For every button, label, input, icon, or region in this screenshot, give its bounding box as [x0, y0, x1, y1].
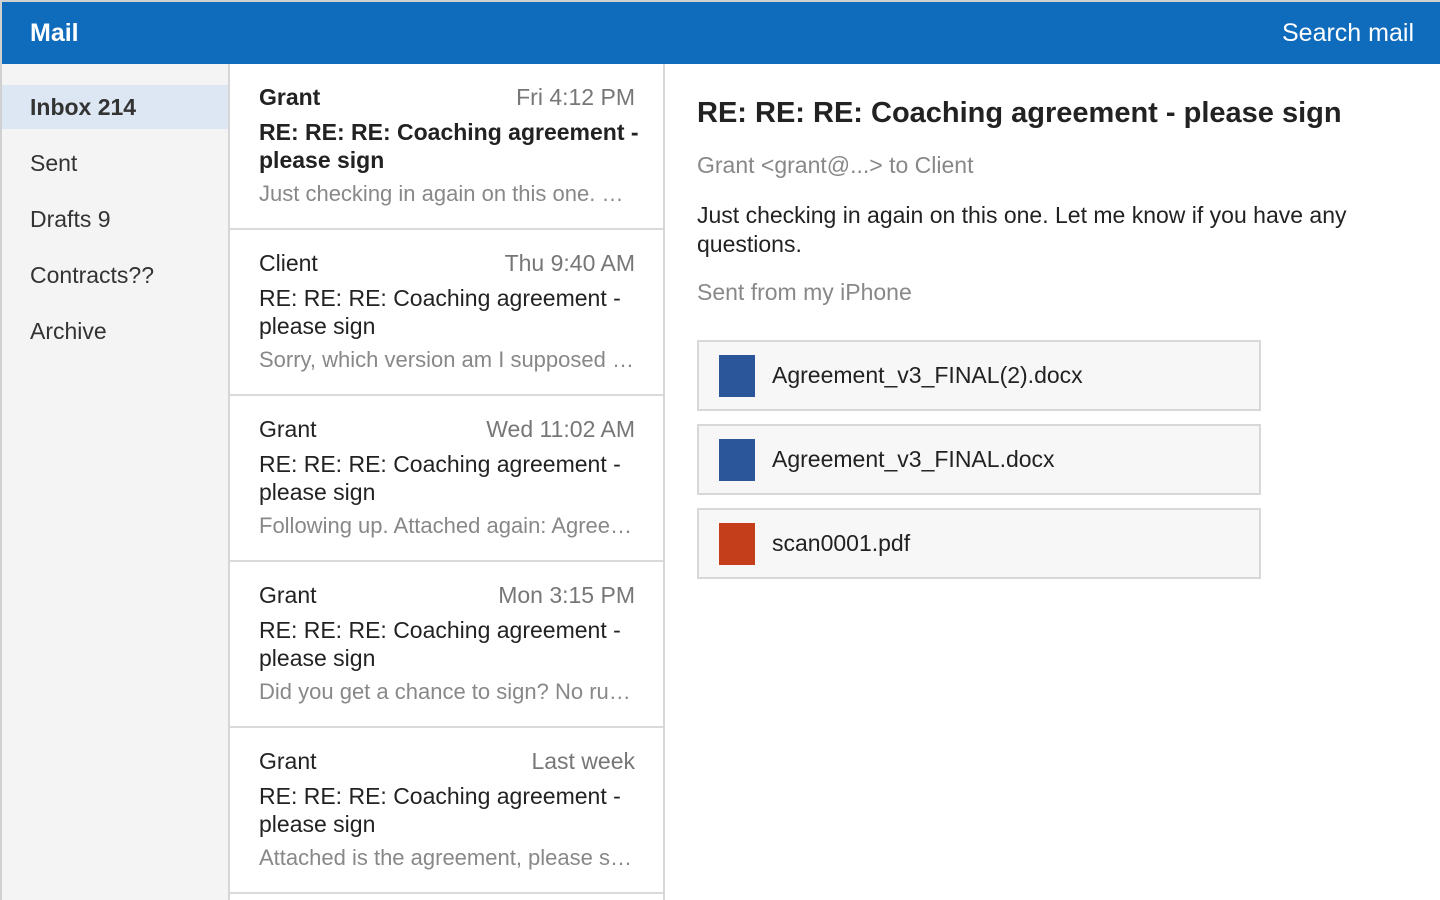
sidebar-item-contracts[interactable]: Contracts?? [2, 253, 228, 297]
word-doc-icon [719, 355, 755, 397]
email-body: Just checking in again on this one. Let … [697, 202, 1347, 257]
message-preview: Attached is the agreement, please sign a… [259, 845, 635, 870]
message-list: Grant Fri 4:12 PM RE: RE: RE: Coaching a… [230, 64, 665, 900]
message-list-item[interactable]: Grant Mon 3:15 PM RE: RE: RE: Coaching a… [230, 562, 663, 728]
message-list-item[interactable]: Grant Fri 4:12 PM RE: RE: RE: Coaching a… [230, 64, 663, 230]
attachment-item[interactable]: Agreement_v3_FINAL.docx [697, 424, 1261, 495]
word-doc-icon [719, 439, 755, 481]
message-subject: RE: RE: RE: Coaching agreement - please … [259, 783, 621, 837]
attachment-item[interactable]: scan0001.pdf [697, 508, 1261, 579]
sidebar-item-inbox[interactable]: Inbox 214 [2, 85, 228, 129]
message-list-item[interactable]: Grant Last week RE: RE: RE: Coaching agr… [230, 728, 663, 894]
message-sender: Grant [259, 748, 317, 774]
sidebar-item-sent[interactable]: Sent [2, 141, 228, 185]
message-preview: Just checking in again on this one. Let … [259, 181, 635, 206]
email-sender-line: Grant <grant@...> to Client [697, 152, 974, 178]
message-preview: Following up. Attached again: Agreement_… [259, 513, 635, 538]
search-mail-button[interactable]: Search mail [1282, 19, 1414, 48]
email-signature: Sent from my iPhone [697, 279, 912, 305]
app-title: Mail [30, 19, 79, 47]
sidebar-item-archive[interactable]: Archive [2, 309, 228, 353]
sidebar-item-drafts[interactable]: Drafts 9 [2, 197, 228, 241]
message-date: Mon 3:15 PM [498, 582, 635, 608]
message-subject: RE: RE: RE: Coaching agreement - please … [259, 119, 639, 173]
attachment-item[interactable]: Agreement_v3_FINAL(2).docx [697, 340, 1261, 411]
top-bar: Mail Search mail [2, 0, 1440, 64]
message-list-item[interactable]: Client Thu 9:40 AM RE: RE: RE: Coaching … [230, 230, 663, 396]
attachment-name: scan0001.pdf [772, 530, 911, 556]
message-sender: Client [259, 250, 318, 276]
message-sender: Grant [259, 84, 321, 110]
reading-pane: RE: RE: RE: Coaching agreement - please … [665, 64, 1440, 900]
message-subject: RE: RE: RE: Coaching agreement - please … [259, 617, 621, 671]
message-sender: Grant [259, 582, 317, 608]
message-date: Thu 9:40 AM [504, 250, 635, 276]
pdf-icon [719, 523, 755, 565]
message-subject: RE: RE: RE: Coaching agreement - please … [259, 285, 621, 339]
attachment-name: Agreement_v3_FINAL.docx [772, 446, 1055, 472]
email-subject: RE: RE: RE: Coaching agreement - please … [697, 97, 1342, 129]
message-date: Wed 11:02 AM [486, 416, 635, 442]
message-preview: Did you get a chance to sign? No rush. [259, 679, 635, 704]
message-date: Fri 4:12 PM [516, 84, 635, 110]
message-date: Last week [531, 748, 635, 774]
folder-sidebar: Inbox 214 Sent Drafts 9 Contracts?? Arch… [2, 64, 230, 900]
message-subject: RE: RE: RE: Coaching agreement - please … [259, 451, 621, 505]
message-list-item[interactable]: Grant Wed 11:02 AM RE: RE: RE: Coaching … [230, 396, 663, 562]
attachment-name: Agreement_v3_FINAL(2).docx [772, 362, 1083, 388]
message-sender: Grant [259, 416, 317, 442]
message-preview: Sorry, which version am I supposed to si… [259, 347, 635, 372]
